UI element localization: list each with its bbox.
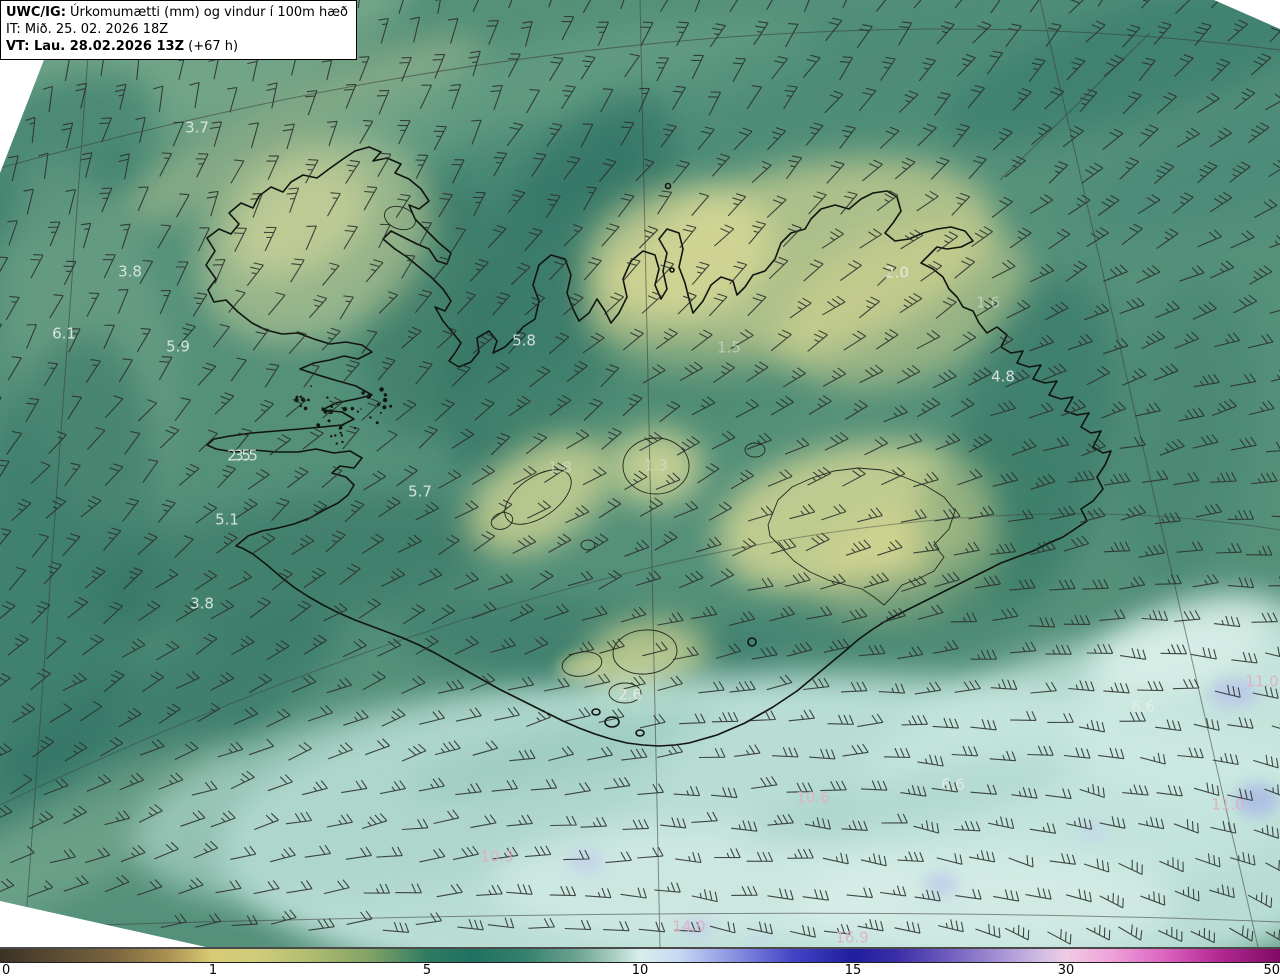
legend-valid-time: VT: Lau. 28.02.2026 13Z [6,39,185,54]
colorbar-tick: 5 [422,963,432,978]
colorbar-tick: 50 [1263,963,1280,978]
precip-label: 5.7 [408,483,432,501]
iceland-precipitation-wind-map: 3.73.86.15.9 5.8 1.52.01.64.82.53.51.8 1.35… [0,0,1280,947]
colorbar-tick-labels: 0 1 5 10 15 30 50 [0,963,1280,978]
colorbar [0,947,1280,963]
precip-label: 6.1 [52,325,76,343]
legend-box: UWC/IG: Úrkomumætti (mm) og vindur í 100… [0,0,357,60]
precip-label: 11.0 [1211,796,1244,814]
colorbar-tick: 10 [631,963,649,978]
precip-label: 3.5 [234,447,258,465]
precip-label: 10.3 [480,848,513,866]
precip-label: 11.0 [1245,673,1278,691]
precip-label: 1.5 [717,339,741,357]
legend-product-line: UWC/IG: Úrkomumætti (mm) og vindur í 100… [6,4,348,21]
precip-label: 1.3 [644,457,668,475]
colorbar-tick: 30 [1057,963,1075,978]
precip-label: 3.8 [190,595,214,613]
legend-product-id: UWC/IG: [6,5,66,20]
precip-label: 4.8 [991,368,1015,386]
precip-label: 6.6 [1131,698,1155,716]
colorbar-tick: 1 [208,963,218,978]
precip-label: 5.8 [512,332,536,350]
precip-label: 6.6 [941,776,965,794]
weather-map-screenshot: 3.7 3.8 6.1 5.9 5.8 1.5 2.0 1.6 4.8 2.5 3.5 1.8 1.3 5… [0,0,1280,978]
precip-label: 2.0 [885,264,909,282]
precip-label: 14.0 [672,918,705,936]
colorbar-tick: 15 [844,963,862,978]
precip-label: 3.8 [118,263,142,281]
precip-label: 2.6 [618,686,642,704]
precip-label: 10.6 [796,789,829,807]
legend-valid-line: VT: Lau. 28.02.2026 13Z (+67 h) [6,38,348,55]
colorbar-tick: 0 [2,963,11,978]
precip-label: 5.1 [215,511,239,529]
precip-label: 5.9 [166,338,190,356]
precip-label: 1.6 [976,294,1000,312]
precip-label: 1.8 [548,459,572,477]
legend-product-desc: Úrkomumætti (mm) og vindur í 100m hæð [65,5,348,20]
precip-label: 16.9 [835,929,868,947]
legend-init-time: IT: Mið. 25. 02. 2026 18Z [6,22,169,37]
precip-label: 3.7 [185,119,209,137]
legend-valid-offset: (+67 h) [184,39,239,54]
